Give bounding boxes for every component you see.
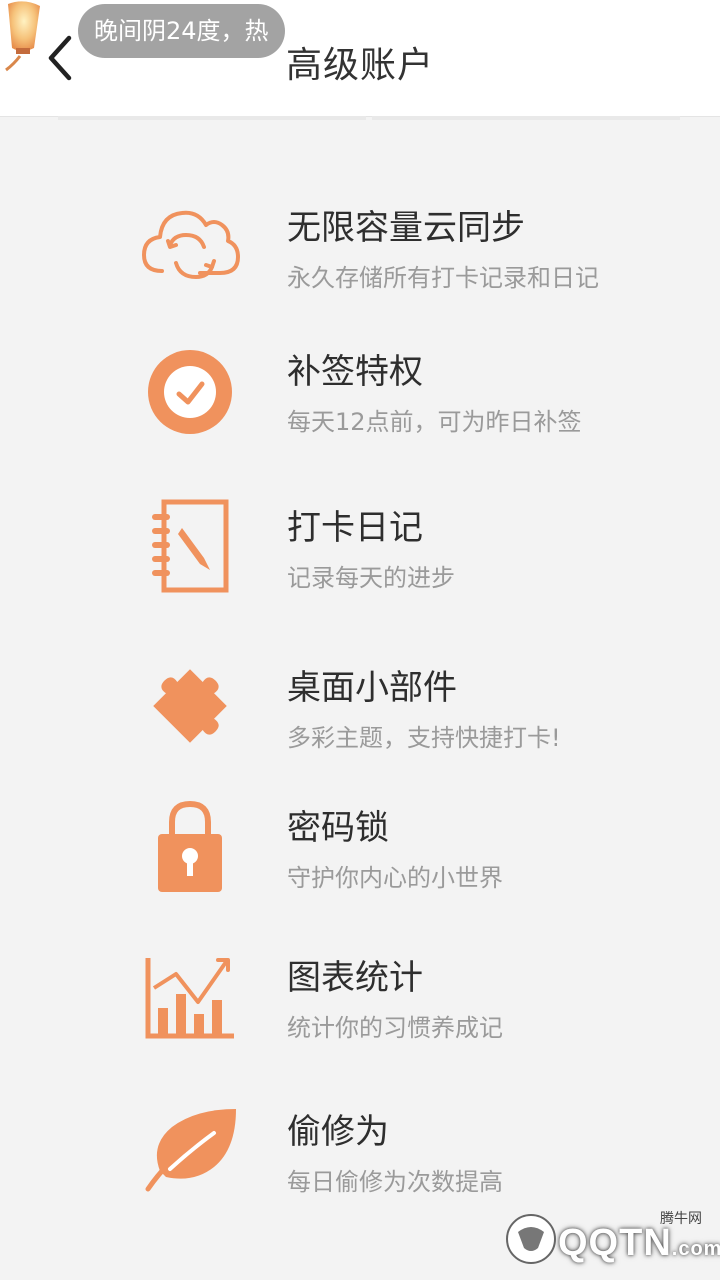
card-divider (58, 116, 366, 120)
feature-description: 多彩主题，支持快捷打卡! (287, 724, 561, 752)
lock-icon (140, 796, 240, 896)
puzzle-icon (140, 656, 240, 756)
chart-icon (140, 946, 240, 1046)
cloud-sync-icon (140, 196, 240, 296)
card-divider (372, 116, 680, 120)
feature-item-statistics[interactable]: 图表统计 统计你的习惯养成记 (0, 946, 720, 1056)
watermark-logo-icon (506, 1214, 556, 1264)
feature-item-makeup-checkin[interactable]: 补签特权 每天12点前，可为昨日补签 (0, 340, 720, 450)
feature-title: 补签特权 (287, 352, 423, 392)
feature-description: 每天12点前，可为昨日补签 (287, 408, 582, 436)
watermark-text: QQTN.com (558, 1222, 720, 1264)
leaf-icon (140, 1100, 240, 1200)
feature-title: 无限容量云同步 (287, 208, 525, 248)
feature-item-cloud-sync[interactable]: 无限容量云同步 永久存储所有打卡记录和日记 (0, 196, 720, 306)
feature-title: 偷修为 (287, 1112, 389, 1152)
feature-title: 密码锁 (287, 808, 389, 848)
clock-check-icon (140, 340, 240, 440)
lantern-icon (5, 1, 40, 72)
feature-description: 每日偷修为次数提高 (287, 1168, 503, 1196)
weather-toast: 晚间阴24度，热 (78, 4, 285, 58)
watermark: 腾牛网 QQTN.com (500, 1208, 720, 1274)
feature-item-steal-cultivation[interactable]: 偷修为 每日偷修为次数提高 (0, 1100, 720, 1210)
feature-description: 记录每天的进步 (287, 564, 455, 592)
feature-description: 永久存储所有打卡记录和日记 (287, 264, 599, 292)
feature-title: 图表统计 (287, 958, 423, 998)
feature-description: 统计你的习惯养成记 (287, 1014, 503, 1042)
feature-item-widget[interactable]: 桌面小部件 多彩主题，支持快捷打卡! (0, 656, 720, 766)
feature-title: 打卡日记 (287, 508, 423, 548)
feature-item-diary[interactable]: 打卡日记 记录每天的进步 (0, 496, 720, 606)
notebook-pen-icon (140, 496, 240, 596)
feature-description: 守护你内心的小世界 (287, 864, 503, 892)
feature-item-passcode-lock[interactable]: 密码锁 守护你内心的小世界 (0, 796, 720, 906)
feature-title: 桌面小部件 (287, 668, 457, 708)
